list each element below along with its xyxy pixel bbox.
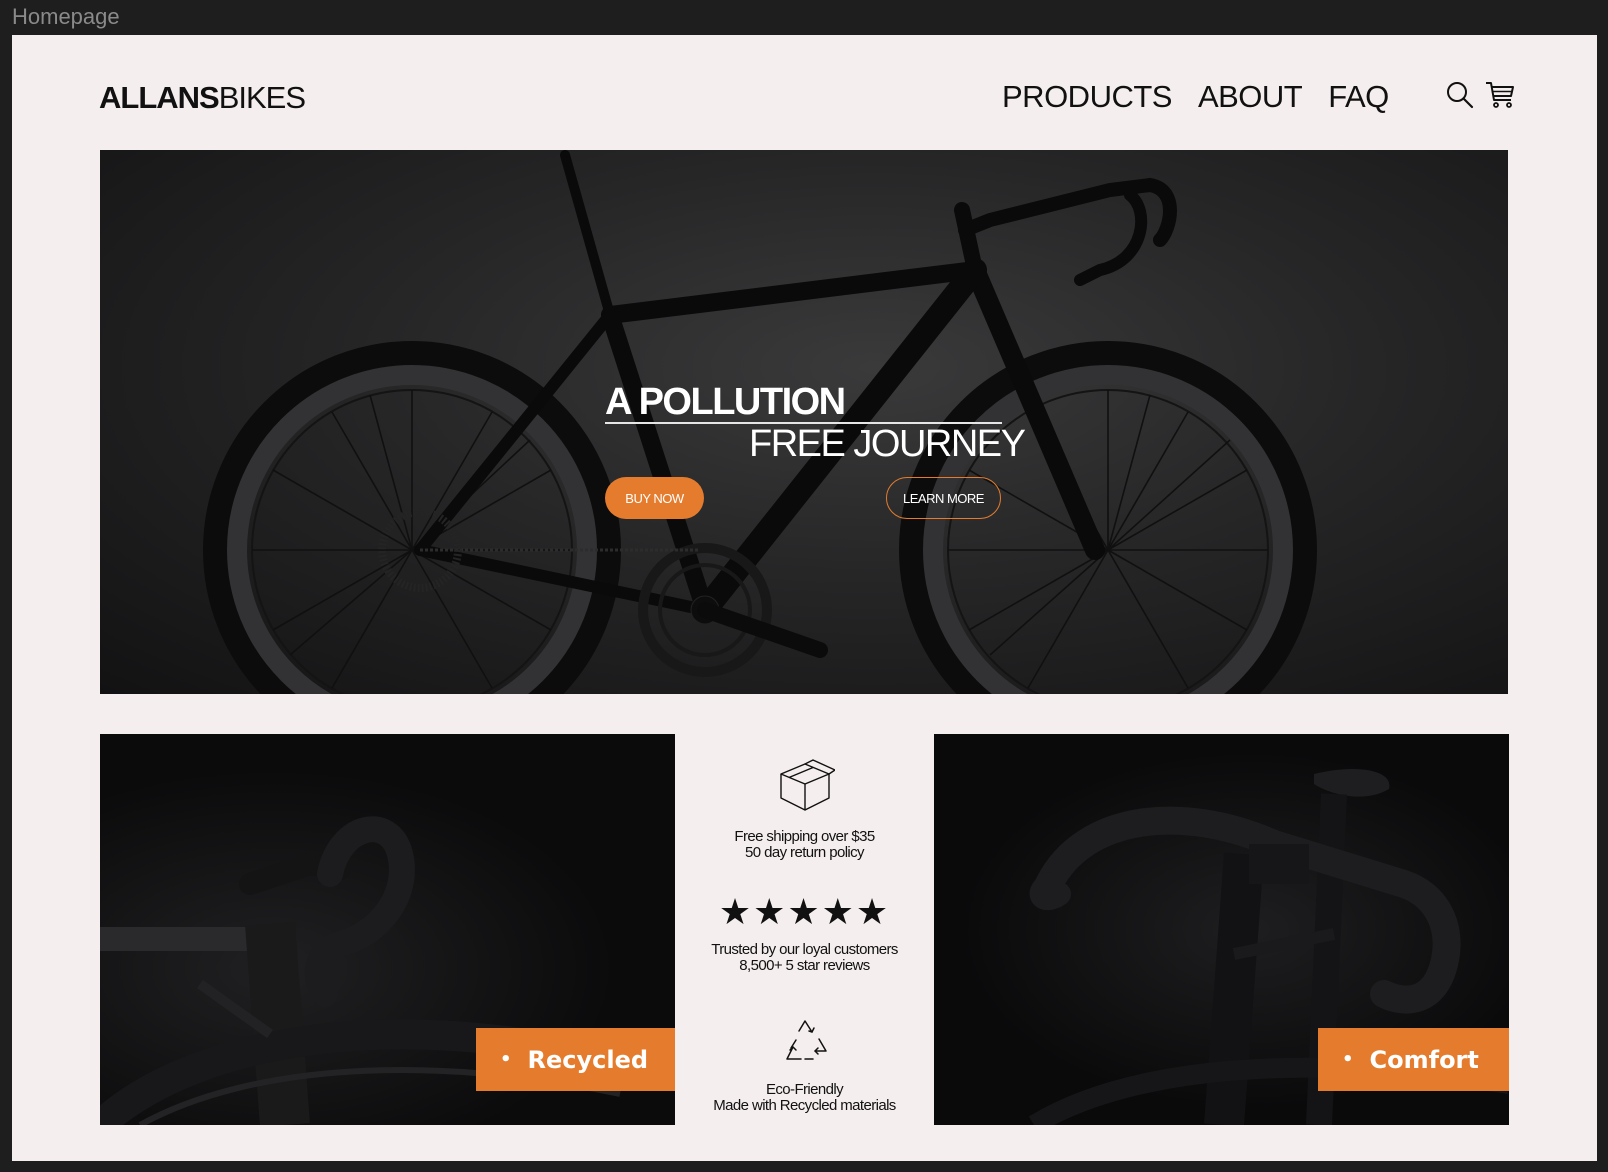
learn-more-button[interactable]: LEARN MORE	[886, 477, 1001, 519]
reviews-line2: 8,500+ 5 star reviews	[739, 957, 870, 974]
eco-line2: Made with Recycled materials	[713, 1097, 896, 1114]
comfort-badge: • Comfort	[1318, 1028, 1509, 1091]
header-icons	[1444, 79, 1516, 111]
badge-bullet: •	[500, 1049, 512, 1070]
box-icon	[779, 759, 836, 811]
features-column: Free shipping over $35 50 day return pol…	[675, 734, 934, 1125]
buy-now-button[interactable]: BUY NOW	[605, 477, 704, 519]
hero-title-line2: FREE JOURNEY	[749, 423, 1026, 465]
logo[interactable]: ALLANSBIKES	[99, 80, 306, 116]
recycled-badge: • Recycled	[476, 1028, 675, 1091]
shipping-line1: Free shipping over $35	[734, 828, 875, 845]
nav-products[interactable]: PRODUCTS	[1002, 79, 1172, 115]
search-icon[interactable]	[1444, 79, 1476, 111]
shipping-line2: 50 day return policy	[745, 844, 865, 861]
feature-eco: Eco-Friendly Made with Recycled material…	[675, 1017, 934, 1114]
frame-label: Homepage	[12, 4, 120, 29]
badge-bullet: •	[1342, 1049, 1354, 1070]
comfort-panel[interactable]: • Comfort	[934, 734, 1509, 1125]
eco-line1: Eco-Friendly	[766, 1081, 844, 1098]
recycled-badge-label: Recycled	[527, 1045, 649, 1074]
logo-bold: ALLANS	[99, 80, 220, 115]
cart-icon[interactable]	[1484, 79, 1516, 111]
stars-icon: ★★★★★	[718, 891, 891, 932]
recycle-icon	[785, 1020, 827, 1060]
logo-light: BIKES	[218, 80, 306, 115]
reviews-line1: Trusted by our loyal customers	[711, 941, 898, 958]
homepage-frame: ALLANSBIKES PRODUCTS ABOUT FAQ A POLLUTI…	[12, 35, 1597, 1161]
main-nav: PRODUCTS ABOUT FAQ	[1002, 79, 1389, 115]
hero-banner: A POLLUTION FREE JOURNEY BUY NOW LEARN M…	[100, 150, 1508, 694]
feature-shipping: Free shipping over $35 50 day return pol…	[675, 758, 934, 861]
nav-about[interactable]: ABOUT	[1198, 79, 1303, 115]
hero-title: A POLLUTION FREE JOURNEY	[605, 381, 1026, 465]
nav-faq[interactable]: FAQ	[1328, 79, 1389, 115]
comfort-badge-label: Comfort	[1369, 1045, 1479, 1074]
feature-reviews: ★★★★★ Trusted by our loyal customers 8,5…	[675, 894, 934, 974]
hero-title-line1: A POLLUTION	[605, 381, 846, 423]
recycled-panel[interactable]: • Recycled	[100, 734, 675, 1125]
